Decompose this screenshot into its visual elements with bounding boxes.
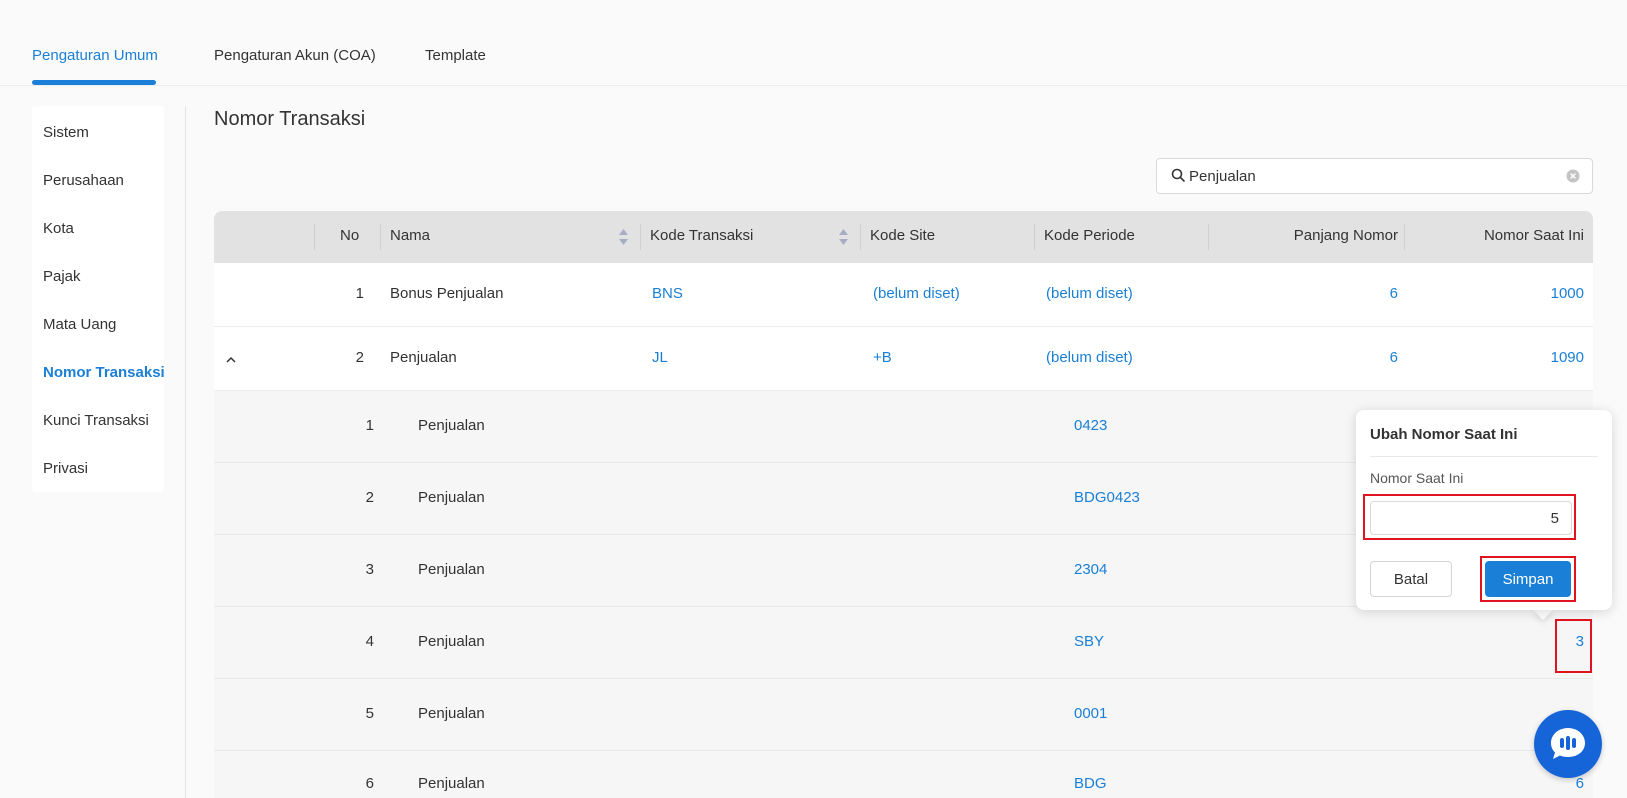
row-kode-periode[interactable]: (belum diset) [1046, 349, 1133, 366]
highlight-box [1363, 494, 1576, 540]
sort-icon[interactable] [618, 228, 629, 250]
row-no: 1 [355, 285, 364, 302]
header-separator [1404, 224, 1405, 250]
sub-row-periode[interactable]: BDG0423 [1074, 489, 1140, 506]
search-icon [1171, 168, 1185, 186]
chat-icon [1548, 726, 1588, 766]
row-panjang-nomor[interactable]: 6 [1308, 285, 1398, 302]
sidebar-item-kota[interactable]: Kota [43, 220, 74, 237]
row-panjang-nomor[interactable]: 6 [1308, 349, 1398, 366]
sub-row-periode[interactable]: SBY [1074, 633, 1104, 650]
highlight-box [1555, 619, 1592, 673]
header-nomor-saat-ini: Nomor Saat Ini [1483, 227, 1584, 244]
sort-icon[interactable] [838, 228, 849, 250]
table-header: No Nama Kode Transaksi Kode Site Kode Pe… [214, 211, 1593, 263]
tab-pengaturan-akun-coa[interactable]: Pengaturan Akun (COA) [214, 47, 376, 64]
active-tab-indicator [32, 80, 156, 85]
search-input[interactable] [1189, 165, 1549, 187]
header-separator [380, 224, 381, 250]
sub-row-no: 4 [365, 633, 374, 650]
sidebar-item-perusahaan[interactable]: Perusahaan [43, 172, 124, 189]
header-separator [860, 224, 861, 250]
header-no[interactable]: No [340, 227, 359, 244]
cancel-button[interactable]: Batal [1370, 561, 1452, 597]
search-box [1156, 158, 1593, 194]
header-separator [1208, 224, 1209, 250]
row-kode-site[interactable]: +B [873, 349, 892, 366]
sub-row-no: 6 [365, 775, 374, 792]
table-row: 1 Bonus Penjualan BNS (belum diset) (bel… [214, 263, 1593, 327]
header-kode-site: Kode Site [870, 227, 936, 244]
header-panjang-nomor: Panjang Nomor [1293, 227, 1398, 244]
sub-row-nama: Penjualan [418, 705, 485, 722]
sub-row-no: 2 [365, 489, 374, 506]
content-divider [185, 106, 186, 798]
popover-divider [1370, 456, 1598, 457]
highlight-box [1480, 556, 1576, 602]
sub-row-no: 3 [365, 561, 374, 578]
sub-row: 5 Penjualan 0001 [214, 679, 1593, 751]
row-kode-transaksi[interactable]: JL [652, 349, 668, 366]
sidebar-item-pajak[interactable]: Pajak [43, 268, 81, 285]
header-kode-periode: Kode Periode [1044, 227, 1135, 244]
chevron-up-icon[interactable] [226, 351, 236, 368]
sidebar-item-nomor-transaksi[interactable]: Nomor Transaksi [43, 364, 165, 381]
current-number-label: Nomor Saat Ini [1370, 470, 1464, 486]
tab-pengaturan-umum[interactable]: Pengaturan Umum [32, 47, 158, 64]
row-nomor-saat-ini[interactable]: 1090 [1484, 349, 1584, 366]
sub-row-nama: Penjualan [418, 489, 485, 506]
sub-row-periode[interactable]: BDG [1074, 775, 1107, 792]
sub-row: 6 Penjualan BDG 6 [214, 751, 1593, 798]
row-nama: Bonus Penjualan [390, 285, 504, 302]
sub-row-no: 1 [365, 417, 374, 434]
sub-row-nama: Penjualan [418, 633, 485, 650]
page-title: Nomor Transaksi [214, 108, 366, 130]
sub-row-no: 5 [365, 705, 374, 722]
edit-current-number-popover: Ubah Nomor Saat Ini Nomor Saat Ini Batal… [1356, 410, 1612, 610]
sidebar-item-mata-uang[interactable]: Mata Uang [43, 316, 116, 333]
sub-row-nama: Penjualan [418, 561, 485, 578]
clear-icon[interactable] [1566, 169, 1580, 187]
row-nama: Penjualan [390, 349, 457, 366]
row-kode-periode[interactable]: (belum diset) [1046, 285, 1133, 302]
sub-row-periode[interactable]: 0001 [1074, 705, 1107, 722]
table-row: 2 Penjualan JL +B (belum diset) 6 1090 [214, 327, 1593, 391]
popover-title: Ubah Nomor Saat Ini [1370, 426, 1518, 443]
sidebar-item-kunci-transaksi[interactable]: Kunci Transaksi [43, 412, 149, 429]
chat-button[interactable] [1534, 710, 1602, 778]
header-separator [1034, 224, 1035, 250]
header-kode-transaksi[interactable]: Kode Transaksi [650, 227, 753, 244]
row-no: 2 [355, 349, 364, 366]
sub-row-periode[interactable]: 0423 [1074, 417, 1107, 434]
settings-sidebar: Sistem Perusahaan Kota Pajak Mata Uang N… [32, 106, 165, 492]
sidebar-item-sistem[interactable]: Sistem [43, 124, 89, 141]
tab-template[interactable]: Template [425, 47, 486, 64]
sub-row: 4 Penjualan SBY 3 [214, 607, 1593, 679]
row-kode-transaksi[interactable]: BNS [652, 285, 683, 302]
sub-row-nama: Penjualan [418, 775, 485, 792]
top-tabs: Pengaturan Umum Pengaturan Akun (COA) Te… [0, 0, 1627, 86]
sub-row-nama: Penjualan [418, 417, 485, 434]
sub-row-periode[interactable]: 2304 [1074, 561, 1107, 578]
header-separator [640, 224, 641, 250]
sidebar-item-privasi[interactable]: Privasi [43, 460, 88, 477]
header-separator [314, 224, 315, 250]
header-nama[interactable]: Nama [390, 227, 430, 244]
row-kode-site[interactable]: (belum diset) [873, 285, 960, 302]
row-nomor-saat-ini[interactable]: 1000 [1484, 285, 1584, 302]
